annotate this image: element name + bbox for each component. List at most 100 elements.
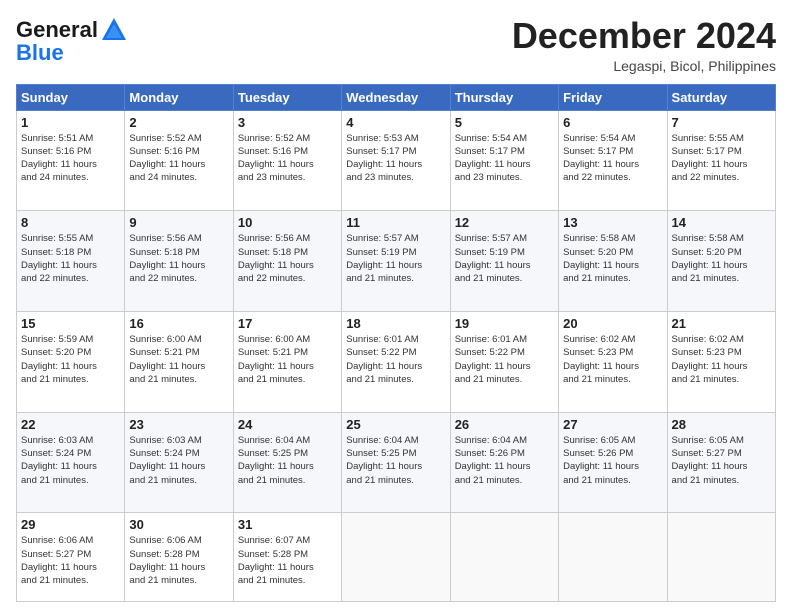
day-number: 6 — [563, 115, 662, 130]
day-number: 15 — [21, 316, 120, 331]
day-number: 25 — [346, 417, 445, 432]
day-number: 30 — [129, 517, 228, 532]
calendar-cell: 22Sunrise: 6:03 AMSunset: 5:24 PMDayligh… — [17, 412, 125, 513]
calendar-cell: 6 Sunrise: 5:54 AMSunset: 5:17 PMDaylight… — [559, 110, 667, 211]
day-number: 11 — [346, 215, 445, 230]
calendar-cell: 25 Sunrise: 6:04 AMSunset: 5:25 PMDayligh… — [342, 412, 450, 513]
day-info: Sunrise: 6:04 AMSunset: 5:26 PMDaylight:… — [455, 434, 554, 487]
calendar-cell: 17Sunrise: 6:00 AMSunset: 5:21 PMDayligh… — [233, 311, 341, 412]
calendar-header-row: SundayMondayTuesdayWednesdayThursdayFrid… — [17, 84, 776, 110]
day-info: Sunrise: 5:53 AMSunset: 5:17 PMDaylight:… — [346, 132, 445, 185]
calendar-cell: 26Sunrise: 6:04 AMSunset: 5:26 PMDayligh… — [450, 412, 558, 513]
day-number: 29 — [21, 517, 120, 532]
day-number: 24 — [238, 417, 337, 432]
day-info: Sunrise: 5:57 AMSunset: 5:19 PMDaylight:… — [455, 232, 554, 285]
calendar-cell: 31Sunrise: 6:07 AMSunset: 5:28 PMDayligh… — [233, 513, 341, 602]
calendar-cell: 4 Sunrise: 5:53 AMSunset: 5:17 PMDaylight… — [342, 110, 450, 211]
day-info: Sunrise: 5:52 AMSunset: 5:16 PMDaylight:… — [238, 132, 337, 185]
calendar-week-row: 29Sunrise: 6:06 AMSunset: 5:27 PMDayligh… — [17, 513, 776, 602]
calendar-cell: 21 Sunrise: 6:02 AMSunset: 5:23 PMDayligh… — [667, 311, 775, 412]
day-info: Sunrise: 6:05 AMSunset: 5:26 PMDaylight:… — [563, 434, 662, 487]
day-number: 10 — [238, 215, 337, 230]
logo-icon — [100, 16, 128, 44]
day-number: 7 — [672, 115, 771, 130]
calendar-cell: 1Sunrise: 5:51 AMSunset: 5:16 PMDaylight… — [17, 110, 125, 211]
calendar-cell: 16Sunrise: 6:00 AMSunset: 5:21 PMDayligh… — [125, 311, 233, 412]
calendar-cell: 14 Sunrise: 5:58 AMSunset: 5:20 PMDayligh… — [667, 211, 775, 312]
day-info: Sunrise: 6:00 AMSunset: 5:21 PMDaylight:… — [129, 333, 228, 386]
day-info: Sunrise: 6:04 AMSunset: 5:25 PMDaylight:… — [238, 434, 337, 487]
day-number: 14 — [672, 215, 771, 230]
calendar-cell: 30 Sunrise: 6:06 AMSunset: 5:28 PMDayligh… — [125, 513, 233, 602]
day-info: Sunrise: 6:04 AMSunset: 5:25 PMDaylight:… — [346, 434, 445, 487]
day-info: Sunrise: 5:54 AMSunset: 5:17 PMDaylight:… — [455, 132, 554, 185]
day-number: 20 — [563, 316, 662, 331]
calendar-cell: 19 Sunrise: 6:01 AMSunset: 5:22 PMDayligh… — [450, 311, 558, 412]
day-info: Sunrise: 5:55 AMSunset: 5:18 PMDaylight:… — [21, 232, 120, 285]
calendar-cell: 28 Sunrise: 6:05 AMSunset: 5:27 PMDayligh… — [667, 412, 775, 513]
column-header-wednesday: Wednesday — [342, 84, 450, 110]
calendar-cell: 13 Sunrise: 5:58 AMSunset: 5:20 PMDayligh… — [559, 211, 667, 312]
calendar-cell: 27 Sunrise: 6:05 AMSunset: 5:26 PMDayligh… — [559, 412, 667, 513]
day-info: Sunrise: 5:52 AMSunset: 5:16 PMDaylight:… — [129, 132, 228, 185]
day-number: 5 — [455, 115, 554, 130]
day-info: Sunrise: 5:58 AMSunset: 5:20 PMDaylight:… — [563, 232, 662, 285]
day-number: 23 — [129, 417, 228, 432]
calendar-cell: 15 Sunrise: 5:59 AMSunset: 5:20 PMDayligh… — [17, 311, 125, 412]
calendar-cell: 11 Sunrise: 5:57 AMSunset: 5:19 PMDayligh… — [342, 211, 450, 312]
day-number: 27 — [563, 417, 662, 432]
day-info: Sunrise: 5:59 AMSunset: 5:20 PMDaylight:… — [21, 333, 120, 386]
day-number: 19 — [455, 316, 554, 331]
day-info: Sunrise: 5:57 AMSunset: 5:19 PMDaylight:… — [346, 232, 445, 285]
header: General Blue December 2024 Legaspi, Bico… — [16, 16, 776, 74]
day-info: Sunrise: 5:56 AMSunset: 5:18 PMDaylight:… — [129, 232, 228, 285]
day-info: Sunrise: 5:54 AMSunset: 5:17 PMDaylight:… — [563, 132, 662, 185]
calendar-cell: 10 Sunrise: 5:56 AMSunset: 5:18 PMDayligh… — [233, 211, 341, 312]
column-header-thursday: Thursday — [450, 84, 558, 110]
day-number: 31 — [238, 517, 337, 532]
calendar-cell: 2 Sunrise: 5:52 AMSunset: 5:16 PMDaylight… — [125, 110, 233, 211]
day-number: 21 — [672, 316, 771, 331]
calendar-cell — [450, 513, 558, 602]
day-number: 4 — [346, 115, 445, 130]
day-info: Sunrise: 6:02 AMSunset: 5:23 PMDaylight:… — [563, 333, 662, 386]
day-number: 12 — [455, 215, 554, 230]
calendar-cell: 7Sunrise: 5:55 AMSunset: 5:17 PMDaylight… — [667, 110, 775, 211]
day-number: 9 — [129, 215, 228, 230]
calendar-cell — [342, 513, 450, 602]
column-header-tuesday: Tuesday — [233, 84, 341, 110]
day-number: 13 — [563, 215, 662, 230]
calendar-week-row: 1Sunrise: 5:51 AMSunset: 5:16 PMDaylight… — [17, 110, 776, 211]
calendar-week-row: 22 Sunrise: 6:03 AMSunset: 5:24 PMDayligh… — [17, 412, 776, 513]
page-container: General Blue December 2024 Legaspi, Bico… — [0, 0, 792, 612]
calendar-table: SundayMondayTuesdayWednesdayThursdayFrid… — [16, 84, 776, 602]
column-header-friday: Friday — [559, 84, 667, 110]
day-number: 17 — [238, 316, 337, 331]
title-block: December 2024 Legaspi, Bicol, Philippine… — [512, 16, 776, 74]
day-info: Sunrise: 6:02 AMSunset: 5:23 PMDaylight:… — [672, 333, 771, 386]
column-header-monday: Monday — [125, 84, 233, 110]
day-info: Sunrise: 6:06 AMSunset: 5:28 PMDaylight:… — [129, 534, 228, 587]
logo: General Blue — [16, 16, 130, 66]
day-number: 18 — [346, 316, 445, 331]
day-number: 2 — [129, 115, 228, 130]
calendar-cell — [559, 513, 667, 602]
day-info: Sunrise: 5:58 AMSunset: 5:20 PMDaylight:… — [672, 232, 771, 285]
column-header-sunday: Sunday — [17, 84, 125, 110]
calendar-week-row: 8Sunrise: 5:55 AMSunset: 5:18 PMDaylight… — [17, 211, 776, 312]
day-info: Sunrise: 6:01 AMSunset: 5:22 PMDaylight:… — [346, 333, 445, 386]
day-number: 22 — [21, 417, 120, 432]
month-title: December 2024 — [512, 16, 776, 56]
day-info: Sunrise: 6:03 AMSunset: 5:24 PMDaylight:… — [129, 434, 228, 487]
day-number: 3 — [238, 115, 337, 130]
day-info: Sunrise: 5:56 AMSunset: 5:18 PMDaylight:… — [238, 232, 337, 285]
calendar-cell: 29Sunrise: 6:06 AMSunset: 5:27 PMDayligh… — [17, 513, 125, 602]
day-info: Sunrise: 6:01 AMSunset: 5:22 PMDaylight:… — [455, 333, 554, 386]
calendar-cell: 3 Sunrise: 5:52 AMSunset: 5:16 PMDaylight… — [233, 110, 341, 211]
calendar-week-row: 15 Sunrise: 5:59 AMSunset: 5:20 PMDayligh… — [17, 311, 776, 412]
calendar-cell — [667, 513, 775, 602]
day-number: 28 — [672, 417, 771, 432]
calendar-cell: 18 Sunrise: 6:01 AMSunset: 5:22 PMDayligh… — [342, 311, 450, 412]
day-info: Sunrise: 6:05 AMSunset: 5:27 PMDaylight:… — [672, 434, 771, 487]
calendar-cell: 24 Sunrise: 6:04 AMSunset: 5:25 PMDayligh… — [233, 412, 341, 513]
